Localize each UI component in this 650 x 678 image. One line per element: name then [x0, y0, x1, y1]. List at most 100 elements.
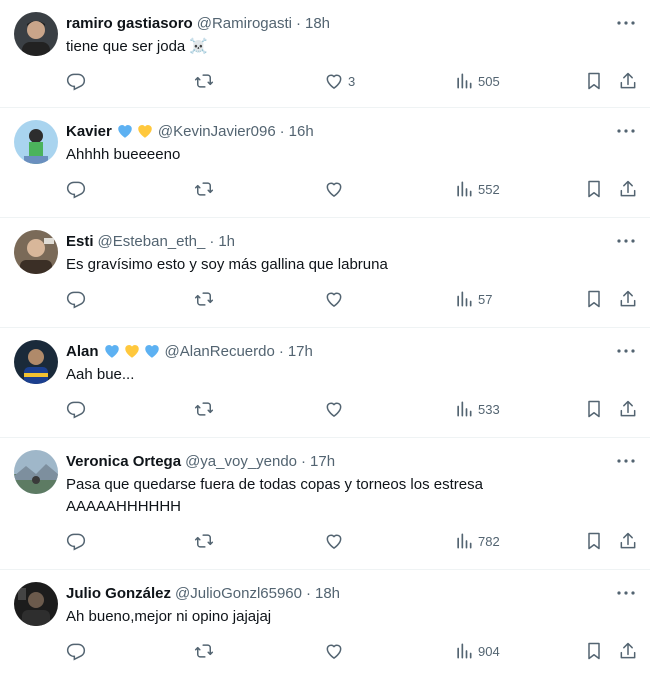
more-options-icon[interactable]	[616, 342, 636, 360]
action-bar: 57	[66, 276, 636, 326]
bookmark-icon	[588, 532, 600, 550]
author-name[interactable]: Alan	[66, 343, 99, 360]
view-count: 533	[478, 401, 500, 417]
repost-button[interactable]	[194, 288, 214, 310]
bookmark-button[interactable]	[584, 530, 604, 552]
like-button[interactable]	[324, 640, 348, 662]
tweet[interactable]: Esti @Esteban_eth_ · 1h Es gravísimo est…	[0, 218, 650, 328]
timestamp[interactable]: 17h	[288, 343, 313, 360]
bookmark-button[interactable]	[584, 640, 604, 662]
share-icon	[620, 290, 636, 307]
repost-button[interactable]	[194, 178, 214, 200]
name-emoji	[103, 342, 161, 360]
more-options-icon[interactable]	[616, 584, 636, 602]
views-button[interactable]: 552	[454, 178, 500, 200]
reply-button[interactable]	[66, 178, 86, 200]
views-button[interactable]: 782	[454, 530, 500, 552]
share-button[interactable]	[618, 530, 638, 552]
action-bar: 782	[66, 518, 636, 568]
heart-icon	[326, 644, 342, 659]
like-button[interactable]: 3	[324, 70, 355, 92]
views-button[interactable]: 505	[454, 70, 500, 92]
avatar[interactable]	[14, 230, 58, 274]
author-handle[interactable]: @AlanRecuerdo	[165, 343, 275, 360]
author-handle[interactable]: @JulioGonzl65960	[175, 585, 302, 602]
timestamp[interactable]: 1h	[218, 233, 235, 250]
author-handle[interactable]: @Ramirogasti	[197, 15, 292, 32]
action-bar: 3 505	[66, 58, 636, 108]
avatar[interactable]	[14, 12, 58, 56]
reply-icon	[66, 181, 86, 199]
bookmark-icon	[588, 180, 600, 198]
reply-icon	[66, 291, 86, 309]
reply-button[interactable]	[66, 530, 86, 552]
more-options-icon[interactable]	[616, 122, 636, 140]
blue-heart-icon	[118, 125, 132, 138]
more-options-icon[interactable]	[616, 232, 636, 250]
view-count: 57	[478, 291, 493, 307]
more-options-icon[interactable]	[616, 14, 636, 32]
views-chart-icon	[457, 401, 472, 417]
tweet[interactable]: ramiro gastiasoro @Ramirogasti · 18h tie…	[0, 0, 650, 108]
bookmark-button[interactable]	[584, 398, 604, 420]
share-icon	[620, 72, 636, 89]
author-name[interactable]: Veronica Ortega	[66, 453, 181, 470]
repost-button[interactable]	[194, 640, 214, 662]
author-handle[interactable]: @ya_voy_yendo	[185, 453, 297, 470]
repost-button[interactable]	[194, 530, 214, 552]
like-button[interactable]	[324, 178, 348, 200]
yellow-heart-icon	[124, 345, 139, 358]
action-bar: 552	[66, 166, 636, 216]
repost-icon	[194, 182, 214, 196]
views-chart-icon	[457, 73, 472, 89]
like-button[interactable]	[324, 398, 348, 420]
views-button[interactable]: 57	[454, 288, 492, 310]
tweet[interactable]: Julio González @JulioGonzl65960 · 18h Ah…	[0, 570, 650, 676]
view-count: 505	[478, 73, 500, 89]
timestamp[interactable]: 17h	[310, 453, 335, 470]
repost-icon	[194, 74, 214, 88]
avatar[interactable]	[14, 340, 58, 384]
avatar[interactable]	[14, 582, 58, 626]
tweet[interactable]: Kavier @KevinJavier096 · 16h Ahhhh bueee…	[0, 108, 650, 218]
tweet-text: Ah bueno,mejor ni opino jajajaj	[66, 608, 272, 625]
author-name[interactable]: ramiro gastiasoro	[66, 15, 193, 32]
reply-button[interactable]	[66, 398, 86, 420]
separator: ·	[278, 342, 284, 360]
like-button[interactable]	[324, 288, 348, 310]
author-handle[interactable]: @KevinJavier096	[158, 123, 276, 140]
author-name[interactable]: Esti	[66, 233, 94, 250]
heart-icon	[326, 74, 342, 89]
repost-button[interactable]	[194, 398, 214, 420]
author-handle[interactable]: @Esteban_eth_	[98, 233, 206, 250]
share-button[interactable]	[618, 70, 638, 92]
repost-icon	[194, 534, 214, 548]
repost-button[interactable]	[194, 70, 214, 92]
share-button[interactable]	[618, 640, 638, 662]
timestamp[interactable]: 18h	[305, 15, 330, 32]
tweet[interactable]: Alan @AlanRecuerdo · 17h Aah bue... 533	[0, 328, 650, 438]
reply-button[interactable]	[66, 288, 86, 310]
bookmark-button[interactable]	[584, 178, 604, 200]
share-button[interactable]	[618, 288, 638, 310]
author-name[interactable]: Kavier	[66, 123, 112, 140]
views-chart-icon	[457, 181, 472, 197]
avatar[interactable]	[14, 450, 58, 494]
more-options-icon[interactable]	[616, 452, 636, 470]
timestamp[interactable]: 16h	[289, 123, 314, 140]
like-button[interactable]	[324, 530, 348, 552]
bookmark-button[interactable]	[584, 288, 604, 310]
share-button[interactable]	[618, 398, 638, 420]
separator: ·	[279, 122, 285, 140]
views-button[interactable]: 533	[454, 398, 500, 420]
avatar[interactable]	[14, 120, 58, 164]
reply-button[interactable]	[66, 70, 86, 92]
bookmark-button[interactable]	[584, 70, 604, 92]
tweet[interactable]: Veronica Ortega @ya_voy_yendo · 17h Pasa…	[0, 438, 650, 570]
reply-icon	[66, 643, 86, 661]
share-button[interactable]	[618, 178, 638, 200]
author-name[interactable]: Julio González	[66, 585, 171, 602]
reply-button[interactable]	[66, 640, 86, 662]
timestamp[interactable]: 18h	[315, 585, 340, 602]
views-button[interactable]: 904	[454, 640, 500, 662]
